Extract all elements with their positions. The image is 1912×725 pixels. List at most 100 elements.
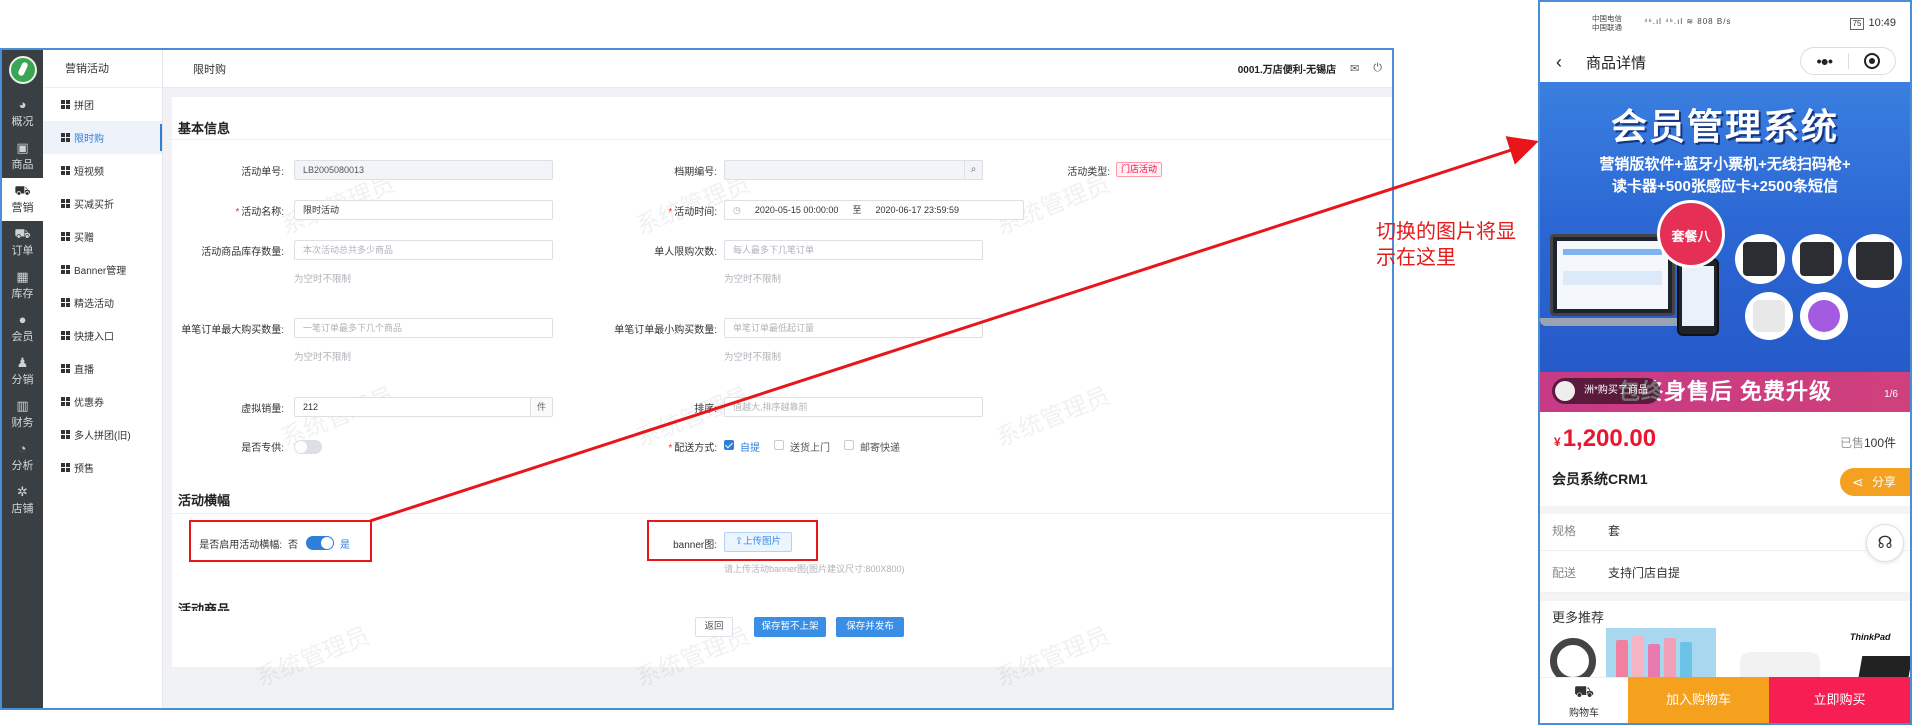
activity-no-field: LB2005080013 [294,160,553,180]
virtual-sales-input[interactable]: 212 件 [294,397,553,417]
rail-item-orders[interactable]: ⛟ 订单 [2,221,43,264]
rail-item-member[interactable]: ● 会员 [2,307,43,350]
subnav-item[interactable]: 买减买折 [43,187,162,220]
store-name[interactable]: 0001.万店便利-无锡店 [1238,61,1336,76]
marketing-icon: ⛟ [14,183,31,198]
rail-item-goods[interactable]: ▣ 商品 [2,135,43,178]
rail-item-marketing[interactable]: ⛟ 营销 [2,178,43,221]
annotation-text: 切换的图片将显示在这里 [1376,221,1516,269]
delivery-pickup-label[interactable]: 自提 [740,439,760,454]
product-banner[interactable]: 会员管理系统 营销版软件+蓝牙小票机+无线扫码枪+ 读卡器+500张感应卡+250… [1540,82,1910,412]
delivery-label: * 配送方式: [668,443,717,454]
mail-icon[interactable]: ✉ [1350,62,1359,75]
delivery-label-text: 配送方式: [674,443,717,454]
rail-item-analysis[interactable]: ◔ 分析 [2,436,43,479]
form-panel: 系统管理员 系统管理员 系统管理员 系统管理员 系统管理员 系统管理员 系统管理… [172,97,1392,692]
type-label: 活动类型: [1067,167,1110,178]
main-rail: ◕ 概况 ▣ 商品 ⛟ 营销 ⛟ 订单 ▦ 库存 ● 会员 ♟ 分销 ▥ 财务 ◔ 分析 ✲ 店铺 [2,50,43,708]
reco-item-laptop[interactable]: ThinkPad [1840,628,1910,684]
time-range-field[interactable]: ◷ 2020-05-15 00:00:00 至 2020-06-17 23:59:59 [724,200,1024,220]
delivery-mail-label[interactable]: 邮寄快递 [860,439,900,454]
stock-input[interactable]: 本次活动总共多少商品 [294,240,553,260]
subnav-item[interactable]: 买赠 [43,220,162,253]
banner-title: 会员管理系统 [1610,106,1839,147]
card-reader-image [1848,234,1902,288]
reco-item-books[interactable] [1606,628,1716,684]
grid-icon [61,297,71,308]
min-qty-input[interactable]: 单笔订单最低起订量 [724,318,983,338]
subnav-item-label: 快捷入口 [74,332,114,343]
spec-row[interactable]: 规格 套 [1540,509,1910,551]
back-arrow-icon[interactable]: ‹ [1556,52,1562,73]
search-icon[interactable]: ⌕ [964,161,982,179]
customer-service-icon[interactable]: ☊ [1866,524,1904,562]
buy-now-button[interactable]: 立即购买 [1769,677,1910,723]
save-publish-button[interactable]: 保存并发布 [836,617,904,637]
virtual-sales-value: 212 [303,402,319,412]
sold-prefix: 已售 [1839,436,1864,450]
rail-label: 商品 [11,159,34,171]
subnav-item-label: 多人拼团(旧) [74,431,131,442]
delivery-pickup-checkbox[interactable] [724,440,734,450]
period-field[interactable]: ⌕ [724,160,983,180]
more-dots-icon[interactable]: •●• [1801,53,1848,69]
share-button[interactable]: 分享 [1840,468,1910,496]
subnav-item[interactable]: 优惠券 [43,385,162,418]
name-label-text: 活动名称: [241,207,284,218]
battery-icon: 75 [1849,18,1865,30]
currency-symbol: ¥ [1554,435,1561,449]
name-field[interactable]: 限时活动 [294,200,553,220]
delivery-mail-checkbox[interactable] [844,440,854,450]
reco-brand: ThinkPad [1850,632,1891,642]
rail-item-finance[interactable]: ▥ 财务 [2,393,43,436]
banner-subtitle-line2: 读卡器+500张感应卡+2500条短信 [1612,178,1838,195]
subnav-item-label: 买减买折 [74,200,114,211]
max-qty-label: 单笔订单最大购买数量: [181,325,284,336]
add-to-cart-button[interactable]: 加入购物车 [1628,677,1769,723]
power-icon[interactable]: ⏻ [1373,62,1382,75]
save-draft-button[interactable]: 保存暂不上架 [754,617,826,637]
delivery-row[interactable]: 配送 支持门店自提 [1540,551,1910,593]
nav-title: 商品详情 [1586,55,1647,72]
name-label: * 活动名称: [235,207,284,218]
watermark: 系统管理员 [252,622,374,693]
delivery-home-label[interactable]: 送货上门 [790,439,830,454]
reco-item-headphone[interactable] [1548,628,1596,684]
max-qty-input[interactable]: 一笔订单最多下几个商品 [294,318,553,338]
subnav-item[interactable]: 短视频 [43,154,162,187]
grid-icon [61,396,71,407]
subnav-item[interactable]: 直播 [43,352,162,385]
delivery-home-checkbox[interactable] [774,440,784,450]
highlight-box-banner-toggle [189,520,372,562]
watermark: 系统管理员 [632,622,754,693]
product-name: 会员系统CRM1 [1552,471,1648,487]
bottom-action-bar: ⛟ 购物车 加入购物车 立即购买 [1540,677,1910,723]
more-recommend-title: 更多推荐 [1552,610,1605,625]
printer-image [1735,234,1785,284]
clock-icon: ◷ [733,205,741,215]
exclusive-toggle[interactable] [294,440,322,454]
rail-item-distribution[interactable]: ♟ 分销 [2,350,43,393]
sort-input[interactable]: 值越大,排序越靠前 [724,397,983,417]
subnav-item[interactable]: 快捷入口 [43,319,162,352]
back-button[interactable]: 返回 [695,617,733,637]
purchase-toast: 洲*购买了商品 [1552,378,1660,404]
cart-button[interactable]: ⛟ 购物车 [1540,677,1628,723]
rail-item-stock[interactable]: ▦ 库存 [2,264,43,307]
type-tag: 门店活动 [1116,162,1163,177]
subnav-item[interactable]: 预售 [43,451,162,484]
rail-item-overview[interactable]: ◕ 概况 [2,92,43,135]
close-target-icon[interactable] [1849,52,1896,70]
subnav-item[interactable]: 精选活动 [43,286,162,319]
limit-input[interactable]: 每人最多下几笔订单 [724,240,983,260]
subnav-item[interactable]: 限时购 [43,121,162,154]
rail-item-shop[interactable]: ✲ 店铺 [2,479,43,522]
reco-item-device[interactable] [1730,628,1840,684]
signal-icon: ⁴⁶.ıl ⁴⁶.ıl ≋ 808 B/s [1644,17,1732,26]
subnav-item[interactable]: Banner管理 [43,253,162,286]
limit-label: 单人限购次数: [654,247,717,258]
carrier-2: 中国联通 [1592,23,1622,32]
subnav-item[interactable]: 多人拼团(旧) [43,418,162,451]
subnav-item[interactable]: 拼团 [43,88,162,121]
product-price: ¥1,200.00 [1554,425,1656,453]
